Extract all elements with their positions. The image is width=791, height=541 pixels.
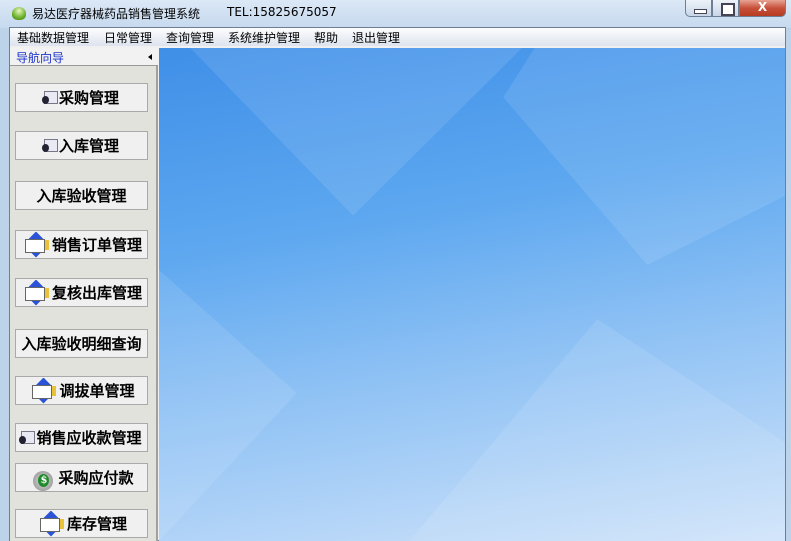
minimize-button[interactable]: [685, 0, 712, 17]
menu-basic-data[interactable]: 基础数据管理: [17, 29, 89, 46]
nav-header: 导航向导: [10, 48, 158, 66]
main-workspace: [159, 48, 785, 541]
app-icon: [12, 7, 26, 20]
nav-button-label: 销售订单管理: [51, 236, 142, 254]
doc-icon: [21, 280, 51, 306]
money-icon: [29, 465, 57, 491]
card-icon: [19, 431, 36, 444]
tel-text: TEL:15825675057: [227, 5, 337, 19]
card-icon: [41, 91, 58, 104]
nav-button-8[interactable]: 销售应收款管理: [15, 423, 148, 452]
nav-sidebar: 导航向导 采购管理入库管理入库验收管理销售订单管理 复核出库管理入库验收明细查询调…: [10, 48, 158, 541]
nav-button-label: 调拔单管理: [59, 382, 135, 400]
nav-button-4[interactable]: 销售订单管理: [15, 230, 148, 259]
nav-button-label: 库存管理: [66, 515, 127, 533]
nav-button-label: 采购管理: [58, 89, 119, 107]
app-window: 易达医疗器械药品销售管理系统 TEL:15825675057 X 基础数据管理 …: [0, 0, 791, 541]
close-button[interactable]: X: [739, 0, 786, 17]
nav-button-label: 入库验收明细查询: [21, 335, 142, 353]
nav-button-5[interactable]: 复核出库管理: [15, 278, 148, 307]
nav-button-3[interactable]: 入库验收管理: [15, 181, 148, 210]
doc-icon: [36, 511, 66, 537]
window-title: 易达医疗器械药品销售管理系统: [32, 7, 201, 21]
menu-daily[interactable]: 日常管理: [104, 29, 152, 46]
nav-button-9[interactable]: 采购应付款: [15, 463, 148, 492]
doc-icon: [28, 378, 58, 404]
menu-help[interactable]: 帮助: [314, 29, 338, 46]
card-icon: [41, 139, 58, 152]
nav-button-1[interactable]: 采购管理: [15, 83, 148, 112]
menu-bar: 基础数据管理 日常管理 查询管理 系统维护管理 帮助 退出管理: [10, 28, 785, 46]
doc-icon: [21, 232, 51, 258]
title-bar: 易达医疗器械药品销售管理系统 TEL:15825675057 X: [0, 0, 791, 28]
nav-header-label: 导航向导: [16, 51, 65, 65]
nav-button-10[interactable]: 库存管理: [15, 509, 148, 538]
nav-button-label: 复核出库管理: [51, 284, 142, 302]
nav-button-label: 入库验收管理: [36, 187, 127, 205]
menu-system[interactable]: 系统维护管理: [228, 29, 300, 46]
menu-exit[interactable]: 退出管理: [352, 29, 400, 46]
nav-button-label: 采购应付款: [58, 469, 134, 487]
nav-button-6[interactable]: 入库验收明细查询: [15, 329, 148, 358]
nav-button-label: 入库管理: [58, 137, 119, 155]
collapse-arrow-icon[interactable]: [148, 54, 152, 60]
nav-button-label: 销售应收款管理: [36, 429, 142, 447]
nav-button-7[interactable]: 调拔单管理: [15, 376, 148, 405]
nav-button-2[interactable]: 入库管理: [15, 131, 148, 160]
close-icon: X: [757, 0, 768, 14]
menu-query[interactable]: 查询管理: [166, 29, 214, 46]
maximize-button[interactable]: [712, 0, 739, 17]
